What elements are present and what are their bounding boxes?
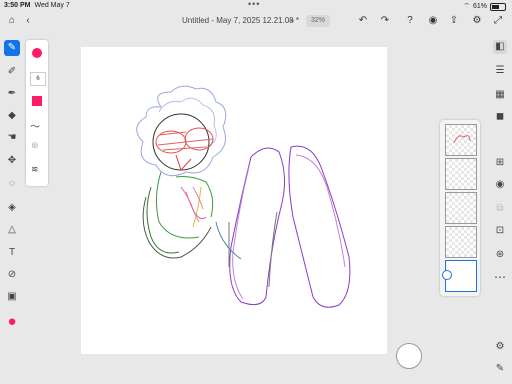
image-icon[interactable]: ▣ — [4, 289, 20, 305]
top-bar: ⌂ ‹ Untitled - May 7, 2025 12.21.08 * ⌄ … — [0, 12, 512, 32]
left-toolbar: ✎ ✐ ✒ ◆ ☚ ✥ ◌ ◈ △ T ⊘ ▣ ● — [0, 36, 24, 346]
brush-panel: 6 ～ ⊛ ≋ — [26, 40, 48, 186]
smudge-icon[interactable]: ☚ — [4, 130, 20, 146]
wifi-icon: ⌔ — [463, 3, 470, 10]
battery-percent: 61% — [472, 3, 487, 10]
layer-thumbnail[interactable] — [445, 226, 477, 258]
more-options-icon[interactable]: ⋯ — [493, 270, 507, 284]
layer-selected-indicator[interactable] — [442, 270, 452, 280]
comment-icon[interactable]: ◼ — [493, 110, 507, 124]
text-icon[interactable]: T — [4, 245, 20, 261]
adjust-brush-icon[interactable]: ≋ — [31, 164, 39, 175]
color-square[interactable] — [32, 96, 42, 106]
layer-thumbnail[interactable] — [445, 124, 477, 156]
eyedropper-icon[interactable]: ⊘ — [4, 267, 20, 283]
brush-tool-icon[interactable]: ✎ — [4, 40, 20, 56]
chevron-down-icon[interactable]: ⌄ — [289, 15, 296, 24]
document-title[interactable]: Untitled - May 7, 2025 12.21.08 * — [182, 16, 299, 25]
battery-fill — [492, 4, 500, 9]
right-toolbar: ◧ ☰ ▦ ◼ ⊞ ◉ ⧉ ⊡ ⊛ ⋯ ⚙ ✎ — [488, 36, 512, 384]
eraser-icon[interactable]: ◆ — [4, 108, 20, 124]
stroke-icon[interactable]: ～ — [30, 118, 40, 133]
gear-icon[interactable]: ⚙ — [471, 15, 483, 27]
profile-icon[interactable]: ◉ — [427, 15, 439, 27]
undo-icon[interactable]: ↶ — [357, 15, 369, 27]
status-date: Wed May 7 — [34, 2, 70, 9]
multitask-dots[interactable]: ••• — [248, 0, 260, 9]
layers-icon[interactable]: ◧ — [493, 40, 507, 54]
adjust-icon[interactable]: ☰ — [493, 64, 507, 78]
help-icon[interactable]: ? — [404, 15, 416, 27]
add-layer-icon[interactable]: ⊞ — [493, 156, 507, 170]
zoom-level[interactable]: 32% — [306, 15, 330, 27]
fill-icon[interactable]: ◈ — [4, 200, 20, 216]
layer-thumbnail[interactable] — [445, 192, 477, 224]
back-icon[interactable]: ‹ — [22, 15, 34, 27]
lasso-icon[interactable]: ◌ — [4, 176, 20, 192]
brush-size-field[interactable]: 6 — [30, 72, 46, 86]
marker-icon[interactable]: ✒ — [4, 86, 20, 102]
visibility-icon[interactable]: ◉ — [493, 178, 507, 192]
duplicate-icon[interactable]: ⧉ — [493, 202, 507, 216]
settings-icon[interactable]: ⚙ — [493, 340, 507, 354]
pencil-icon[interactable]: ✐ — [4, 64, 20, 80]
layers-panel — [440, 120, 480, 296]
properties-icon[interactable]: ▦ — [493, 88, 507, 102]
move-icon[interactable]: ✥ — [4, 153, 20, 169]
layer-preview — [453, 135, 471, 144]
mask-icon[interactable]: ⊡ — [493, 224, 507, 238]
fullscreen-icon[interactable]: ⤢ — [492, 15, 504, 27]
home-icon[interactable]: ⌂ — [6, 15, 18, 27]
sketch-drawing — [136, 85, 351, 308]
share-icon[interactable]: ⇪ — [448, 15, 460, 27]
color-swatch-icon[interactable]: ● — [4, 314, 20, 330]
status-time: 3:50 PM — [4, 2, 31, 9]
battery-icon — [490, 2, 506, 11]
layer-thumbnail[interactable] — [445, 158, 477, 190]
edit-icon[interactable]: ✎ — [493, 362, 507, 376]
drawing-canvas[interactable] — [81, 47, 387, 354]
shape-icon[interactable]: △ — [4, 222, 20, 238]
brush-color-dot[interactable] — [32, 48, 42, 58]
redo-icon[interactable]: ↷ — [379, 15, 391, 27]
brush-settings-icon[interactable]: ⊛ — [31, 140, 39, 151]
status-bar: 3:50 PM Wed May 7 ••• ⌔ 61% — [0, 0, 512, 12]
touch-modifier-button[interactable] — [396, 343, 422, 369]
more-icon[interactable]: ⊛ — [493, 248, 507, 262]
